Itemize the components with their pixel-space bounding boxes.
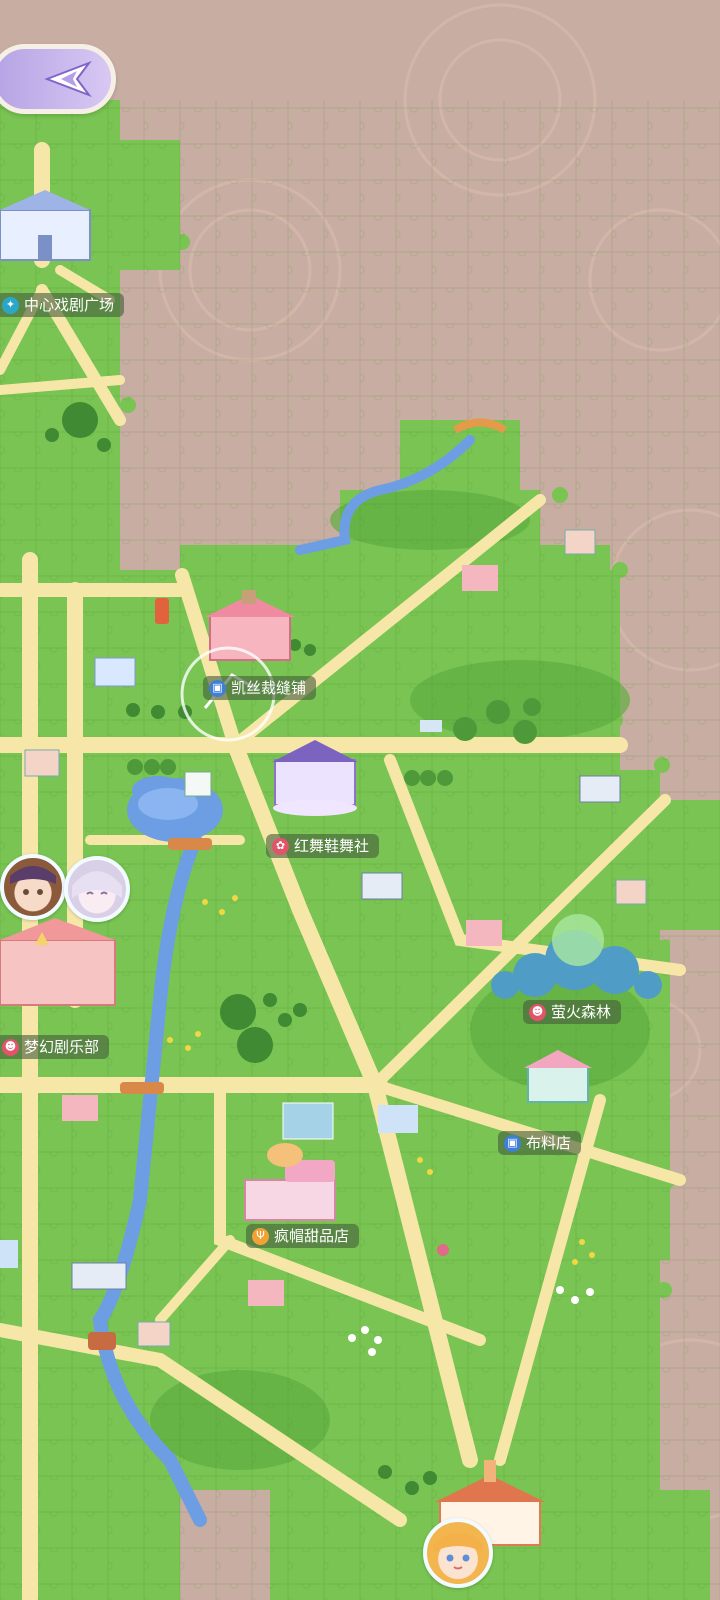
- location-label-dance-club[interactable]: ✿ 红舞鞋舞社: [266, 834, 380, 858]
- player-avatar[interactable]: [423, 1518, 493, 1588]
- character-avatar-2[interactable]: [64, 856, 130, 922]
- shopping-bag-icon: ▣: [504, 1134, 521, 1152]
- location-name: 红舞鞋舞社: [294, 837, 370, 855]
- location-name: 萤火森林: [551, 1003, 612, 1021]
- location-name: 凯丝裁缝铺: [231, 679, 307, 697]
- character-face-icon: [10, 866, 56, 895]
- location-name: 梦幻剧乐部: [24, 1038, 100, 1056]
- character-avatar-1[interactable]: [0, 854, 66, 920]
- back-button[interactable]: [0, 44, 116, 114]
- town-map[interactable]: [0, 0, 720, 1600]
- character-face-icon: [72, 871, 122, 898]
- location-label-fabric-shop[interactable]: ▣ 布料店: [498, 1131, 582, 1155]
- location-label-central-theater[interactable]: ✦ 中心戏剧广场: [0, 293, 125, 317]
- shopping-bag-icon: ▣: [209, 679, 226, 697]
- location-name: 中心戏剧广场: [24, 296, 115, 314]
- dance-icon: ✿: [272, 837, 289, 855]
- location-label-dessert-shop[interactable]: Ψ 疯帽甜品店: [246, 1224, 360, 1248]
- compass-arrow-icon: [44, 60, 92, 98]
- location-name: 疯帽甜品店: [274, 1227, 350, 1245]
- theater-mask-icon: ☻: [2, 1038, 19, 1056]
- forest-glow: [552, 914, 604, 966]
- fork-knife-icon: Ψ: [252, 1227, 269, 1245]
- location-label-dream-club[interactable]: ☻ 梦幻剧乐部: [0, 1035, 110, 1059]
- character-face-icon: [433, 1533, 483, 1570]
- theater-mask-icon: ☻: [529, 1003, 546, 1021]
- location-label-firefly-forest[interactable]: ☻ 萤火森林: [523, 1000, 622, 1024]
- theater-icon: ✦: [2, 296, 19, 314]
- location-name: 布料店: [526, 1134, 572, 1152]
- location-label-tailor-shop[interactable]: ▣ 凯丝裁缝铺: [203, 676, 317, 700]
